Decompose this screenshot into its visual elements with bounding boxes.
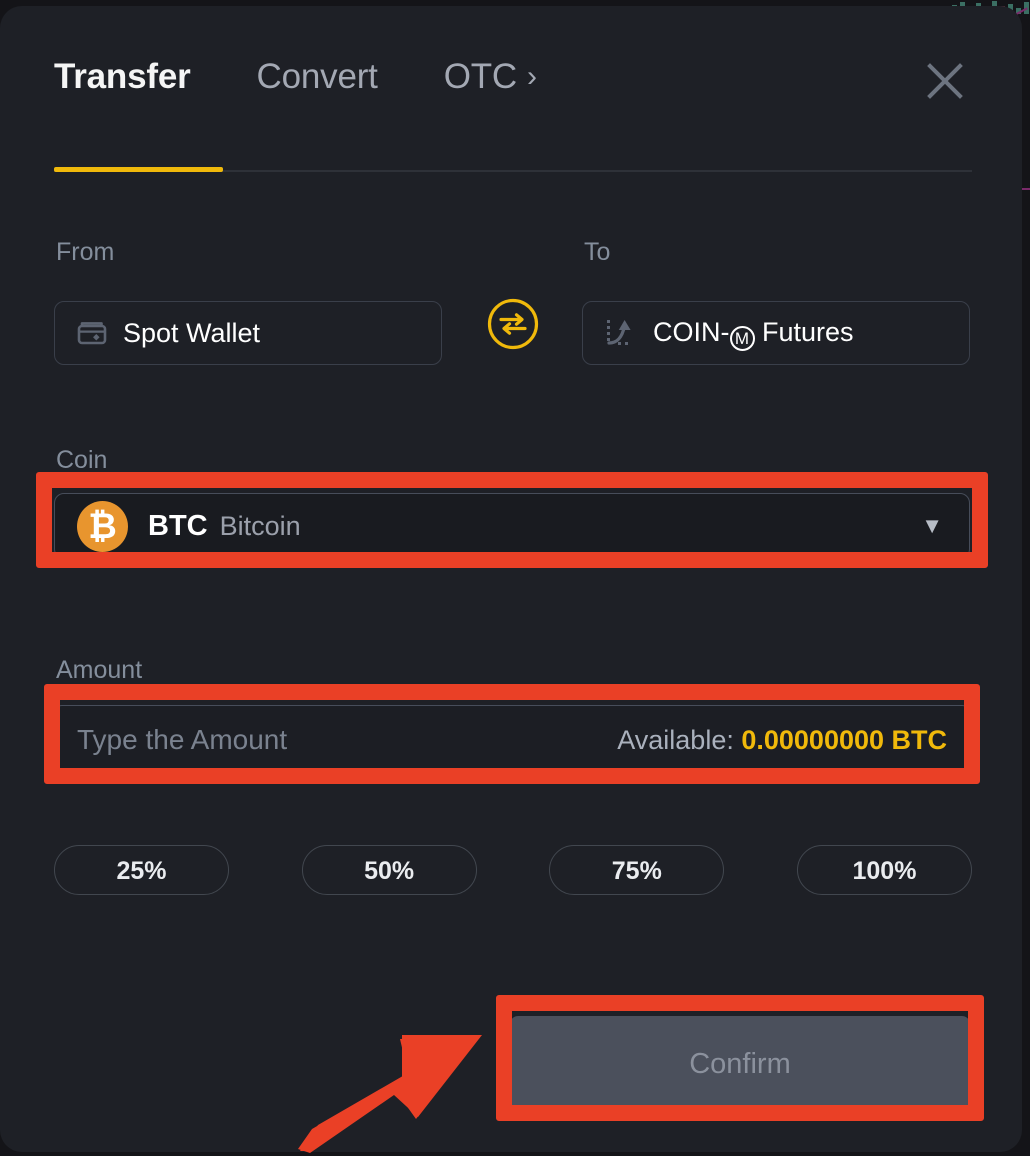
- percent-shortcut-row: 25% 50% 75% 100%: [54, 845, 972, 895]
- available-balance-label: Available:: [617, 725, 734, 755]
- to-wallet-value: COIN- M Futures: [653, 316, 854, 351]
- amount-input-placeholder: Type the Amount: [77, 724, 288, 755]
- to-label: To: [584, 238, 611, 266]
- bitcoin-icon: ₿: [77, 500, 128, 552]
- coin-label: Coin: [56, 446, 108, 474]
- futures-chart-icon: [605, 317, 639, 349]
- percent-button-50[interactable]: 50%: [301, 845, 477, 895]
- from-label: From: [56, 238, 115, 266]
- available-balance: Available: 0.00000000 BTC: [617, 723, 947, 757]
- to-wallet-select[interactable]: COIN- M Futures: [582, 301, 970, 365]
- active-tab-underline: [54, 167, 223, 172]
- percent-button-75[interactable]: 75%: [549, 845, 725, 895]
- tab-otc-label: OTC: [443, 57, 517, 96]
- amount-label: Amount: [56, 656, 143, 684]
- tab-transfer-label: Transfer: [54, 57, 191, 96]
- percent-button-25[interactable]: 25%: [54, 845, 229, 895]
- coin-select[interactable]: ₿ BTC Bitcoin ▼: [54, 493, 970, 559]
- tab-convert-label: Convert: [256, 57, 378, 96]
- confirm-button[interactable]: Confirm: [510, 1016, 970, 1112]
- tab-otc[interactable]: OTC: [444, 56, 517, 98]
- tab-convert[interactable]: Convert: [257, 56, 378, 98]
- to-wallet-value-prefix: COIN-: [653, 316, 730, 347]
- from-wallet-value: Spot Wallet: [123, 318, 261, 348]
- transfer-modal: Transfer Convert OTC › From Spot Wallet …: [0, 6, 1022, 1152]
- swap-direction-button[interactable]: [486, 297, 540, 351]
- from-wallet-select[interactable]: Spot Wallet: [54, 301, 442, 365]
- percent-button-100[interactable]: 100%: [796, 845, 972, 895]
- amount-input[interactable]: Type the Amount Available: 0.00000000 BT…: [54, 705, 970, 775]
- chevron-right-icon[interactable]: ›: [527, 56, 537, 98]
- chevron-down-icon[interactable]: ▼: [921, 515, 943, 537]
- modal-tab-bar: Transfer Convert OTC ›: [54, 56, 537, 100]
- coin-name: Bitcoin: [219, 511, 301, 541]
- tab-transfer[interactable]: Transfer: [54, 56, 191, 98]
- close-icon[interactable]: [922, 58, 968, 104]
- circled-m-badge: M: [729, 325, 755, 351]
- to-wallet-value-suffix: Futures: [754, 316, 854, 347]
- wallet-icon: [77, 320, 109, 346]
- coin-symbol: BTC: [148, 510, 208, 542]
- page-root: Transfer Convert OTC › From Spot Wallet …: [0, 0, 1030, 1156]
- available-balance-value: 0.00000000 BTC: [741, 725, 947, 755]
